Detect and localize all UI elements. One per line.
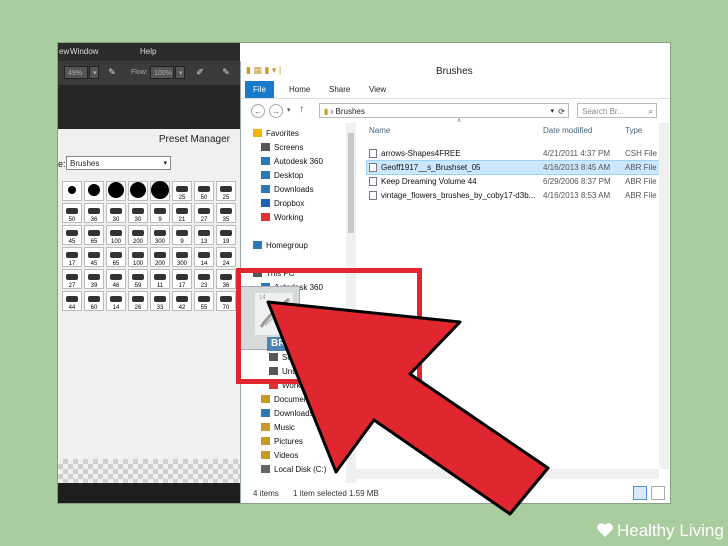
heart-icon [597,523,613,537]
logo-text: Healthy Living [617,521,724,540]
healthy-living-logo: Healthy Living [596,521,724,541]
red-arrow-icon [266,300,550,516]
